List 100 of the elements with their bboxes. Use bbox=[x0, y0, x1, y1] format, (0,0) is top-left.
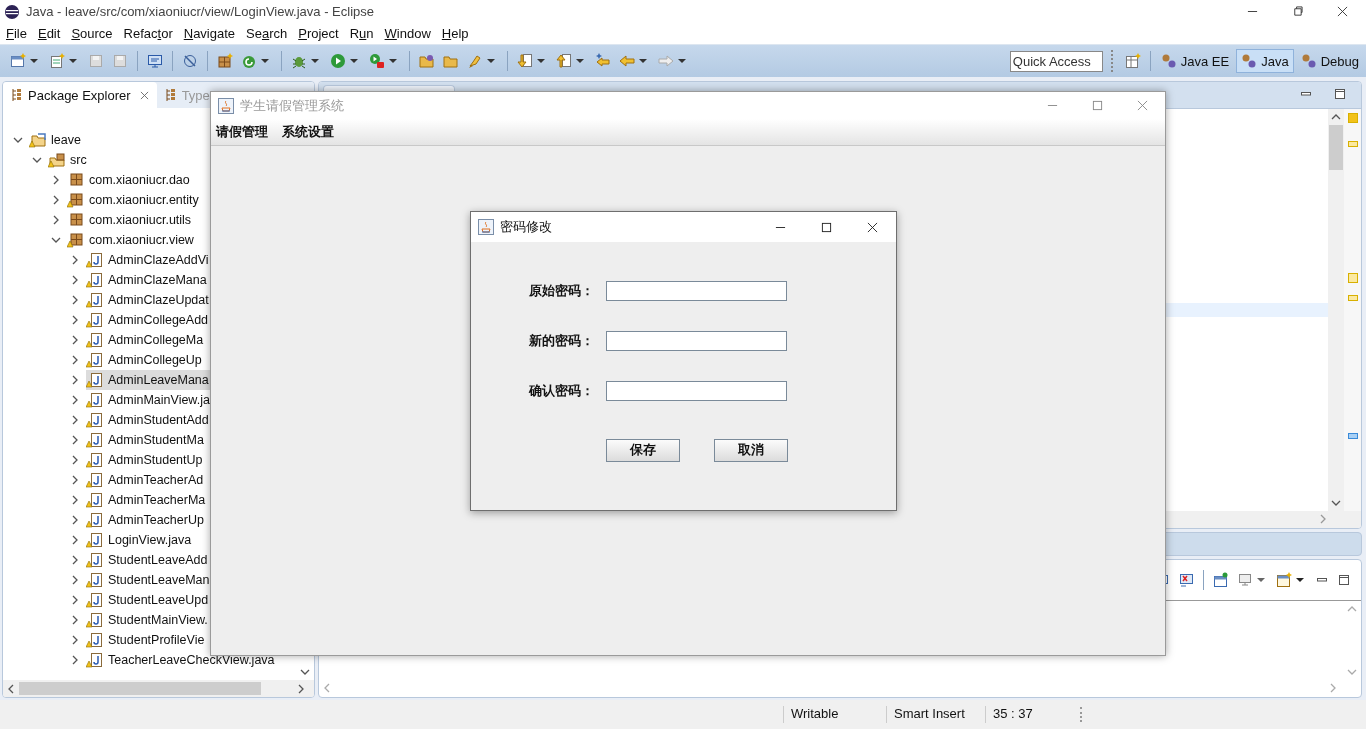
dropdown-caret-icon[interactable] bbox=[261, 59, 269, 63]
last-edit-icon[interactable] bbox=[595, 53, 611, 69]
pin-icon[interactable] bbox=[1213, 572, 1229, 588]
tree-item[interactable]: leave bbox=[29, 130, 84, 150]
tree-item[interactable]: com.xiaoniucr.view bbox=[67, 230, 197, 250]
new-window-icon[interactable] bbox=[10, 53, 26, 69]
chevron-icon[interactable] bbox=[70, 395, 80, 405]
dialog-button[interactable]: 保存 bbox=[606, 439, 680, 462]
tree-item[interactable]: AdminStudentAdd bbox=[86, 410, 212, 430]
new-window-icon[interactable] bbox=[1276, 572, 1292, 588]
dropdown-caret-icon[interactable] bbox=[537, 59, 545, 63]
tree-item[interactable]: StudentMainView. bbox=[86, 610, 211, 630]
scroll-down-icon[interactable] bbox=[1331, 498, 1341, 508]
tree-item[interactable]: AdminTeacherAd bbox=[86, 470, 207, 490]
hierarchy-icon[interactable] bbox=[11, 88, 23, 102]
perspective-icon[interactable] bbox=[1300, 53, 1317, 69]
perspective-button[interactable]: Debug bbox=[1295, 49, 1364, 73]
dropdown-caret-icon[interactable] bbox=[69, 59, 77, 63]
tree-item[interactable]: AdminLeaveMana bbox=[86, 370, 212, 390]
tree-item[interactable]: StudentLeaveUpd bbox=[86, 590, 212, 610]
perspective-icon[interactable] bbox=[1241, 53, 1258, 69]
dialog-button[interactable]: 取消 bbox=[714, 439, 788, 462]
menu-item[interactable]: Project bbox=[298, 26, 339, 41]
remove-icon[interactable] bbox=[1178, 572, 1194, 588]
monitor-icon[interactable] bbox=[1237, 572, 1253, 588]
dropdown-caret-icon[interactable] bbox=[389, 59, 397, 63]
dropdown-caret-icon[interactable] bbox=[311, 59, 319, 63]
password-field[interactable] bbox=[606, 381, 787, 401]
menu-item[interactable]: Search bbox=[246, 26, 288, 41]
scroll-down-icon[interactable] bbox=[300, 667, 310, 677]
dropdown-caret-icon[interactable] bbox=[30, 59, 38, 63]
menu-item[interactable]: File bbox=[6, 26, 27, 41]
chevron-icon[interactable] bbox=[70, 535, 80, 545]
tree-item[interactable]: AdminClazeUpdat bbox=[86, 290, 212, 310]
perspective-icon[interactable] bbox=[1160, 53, 1177, 69]
menu-item[interactable]: Window bbox=[384, 26, 431, 41]
tree-item[interactable]: com.xiaoniucr.utils bbox=[67, 210, 195, 230]
chevron-icon[interactable] bbox=[70, 255, 80, 265]
chevron-icon[interactable] bbox=[70, 635, 80, 645]
menu-item[interactable]: 请假管理 bbox=[216, 123, 268, 141]
crossed-out-icon[interactable] bbox=[182, 53, 198, 69]
scrollbar-thumb[interactable] bbox=[19, 682, 261, 695]
maximize-icon[interactable] bbox=[1338, 574, 1350, 586]
tree-item[interactable]: AdminStudentUp bbox=[86, 450, 206, 470]
close-icon[interactable] bbox=[1337, 6, 1348, 17]
hierarchy-icon[interactable] bbox=[164, 88, 177, 102]
tree-item[interactable]: LoginView.java bbox=[86, 530, 195, 550]
overview-marker[interactable] bbox=[1347, 295, 1358, 301]
tree-item[interactable]: StudentLeaveMan bbox=[86, 570, 213, 590]
chevron-icon[interactable] bbox=[70, 435, 80, 445]
tree-item[interactable]: StudentProfileVie bbox=[86, 630, 208, 650]
menu-item[interactable]: Source bbox=[71, 26, 113, 41]
chevron-icon[interactable] bbox=[51, 195, 61, 205]
dropdown-caret-icon[interactable] bbox=[487, 59, 495, 63]
chevron-icon[interactable] bbox=[70, 355, 80, 365]
add-circle-icon[interactable] bbox=[241, 53, 257, 69]
view-tab[interactable]: Package Explorer bbox=[3, 82, 157, 108]
maximize-icon[interactable] bbox=[821, 221, 832, 233]
overview-marker[interactable] bbox=[1347, 141, 1358, 147]
dropdown-caret-icon[interactable] bbox=[350, 59, 358, 63]
tree-item[interactable]: AdminCollegeMa bbox=[86, 330, 207, 350]
tree-item[interactable]: AdminClazeAddVi bbox=[86, 250, 212, 270]
tree-item[interactable]: AdminCollegeAdd bbox=[86, 310, 212, 330]
password-field[interactable] bbox=[606, 331, 787, 351]
open-perspective-icon[interactable] bbox=[1124, 53, 1141, 69]
chevron-icon[interactable] bbox=[70, 295, 80, 305]
menu-item[interactable]: Refactor bbox=[123, 26, 173, 41]
chevron-icon[interactable] bbox=[70, 275, 80, 285]
chevron-icon[interactable] bbox=[70, 315, 80, 325]
previous-annotation-icon[interactable] bbox=[556, 53, 572, 69]
package-icon[interactable] bbox=[217, 53, 233, 69]
menu-item[interactable]: Edit bbox=[37, 26, 61, 41]
tree-item[interactable]: AdminCollegeUp bbox=[86, 350, 205, 370]
chevron-icon[interactable] bbox=[51, 175, 61, 185]
next-annotation-icon[interactable] bbox=[517, 53, 533, 69]
chevron-icon[interactable] bbox=[32, 155, 42, 165]
scroll-up-icon[interactable] bbox=[1331, 112, 1341, 122]
run-tools-icon[interactable] bbox=[369, 53, 385, 69]
tree-item[interactable]: TeacherLeaveCheckView.java bbox=[86, 650, 278, 670]
menu-item[interactable]: Navigate bbox=[183, 26, 236, 41]
maximize-icon[interactable] bbox=[1334, 88, 1346, 100]
tree-item[interactable]: src bbox=[48, 150, 90, 170]
restore-icon[interactable] bbox=[1292, 6, 1303, 17]
chevron-icon[interactable] bbox=[70, 335, 80, 345]
chevron-icon[interactable] bbox=[70, 455, 80, 465]
chevron-icon[interactable] bbox=[70, 555, 80, 565]
tree-item[interactable]: AdminClazeMana bbox=[86, 270, 210, 290]
tree-item[interactable]: com.xiaoniucr.entity bbox=[67, 190, 202, 210]
chevron-icon[interactable] bbox=[70, 615, 80, 625]
quick-access-field[interactable]: Quick Access bbox=[1009, 50, 1103, 72]
close-icon[interactable] bbox=[867, 221, 878, 233]
chevron-icon[interactable] bbox=[51, 235, 61, 245]
tree-item[interactable]: com.xiaoniucr.dao bbox=[67, 170, 193, 190]
chevron-icon[interactable] bbox=[51, 215, 61, 225]
chevron-icon[interactable] bbox=[70, 575, 80, 585]
chevron-icon[interactable] bbox=[13, 135, 23, 145]
monitor-icon[interactable] bbox=[147, 53, 163, 69]
chevron-icon[interactable] bbox=[70, 595, 80, 605]
scrollbar-thumb[interactable] bbox=[1329, 125, 1343, 170]
chevron-icon[interactable] bbox=[70, 475, 80, 485]
